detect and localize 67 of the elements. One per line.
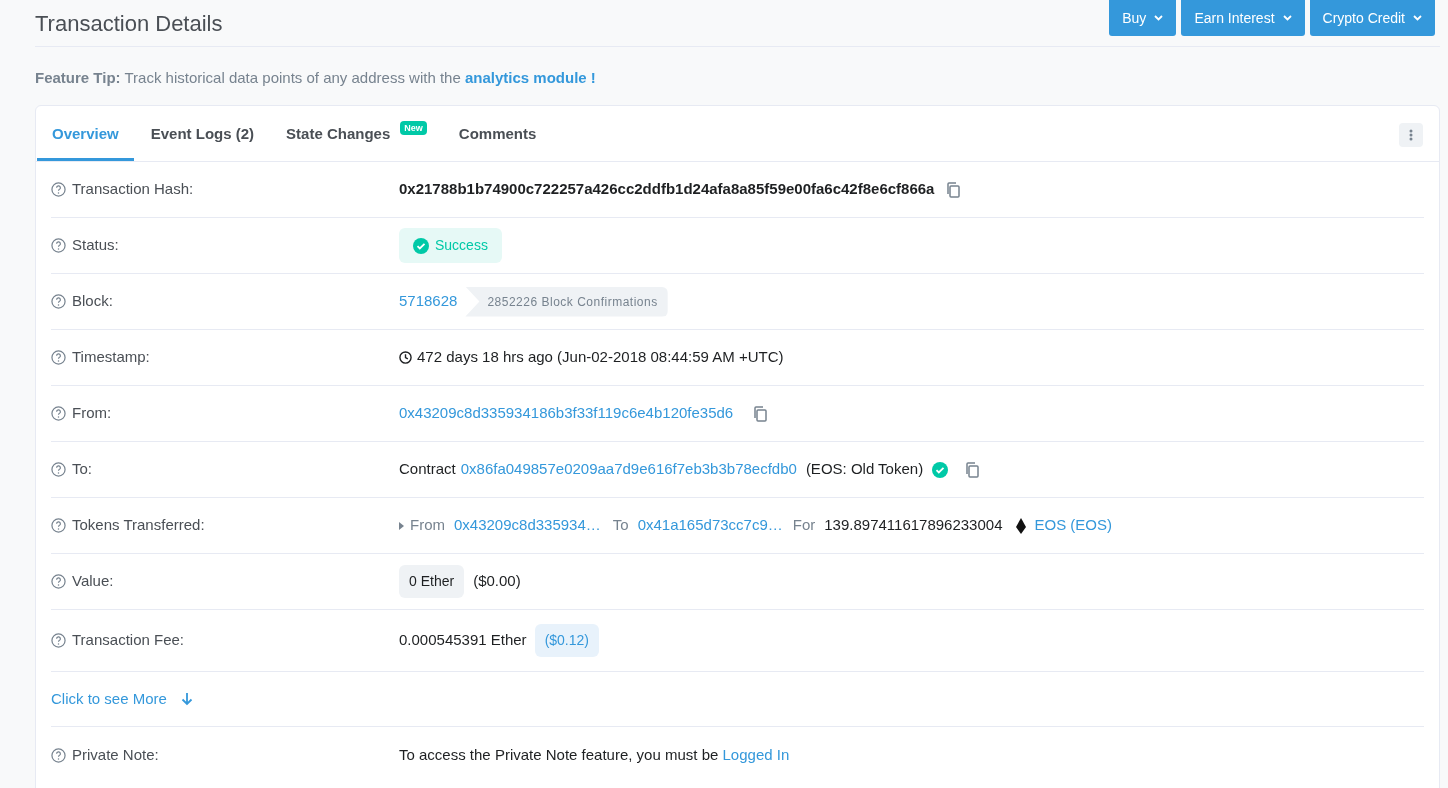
tab[interactable]: State Changes New bbox=[271, 106, 442, 161]
to-label: To bbox=[612, 515, 629, 536]
see-more-link[interactable]: Click to see More bbox=[51, 687, 167, 711]
help-icon bbox=[51, 406, 66, 421]
help-icon bbox=[51, 518, 66, 533]
analytics-link[interactable]: analytics module ! bbox=[464, 69, 596, 86]
arrow-down-icon bbox=[180, 692, 193, 706]
chevron-down-icon bbox=[1154, 15, 1164, 21]
kebab-menu-icon bbox=[1409, 129, 1413, 141]
contract-label: Contract bbox=[399, 459, 456, 480]
help-icon bbox=[51, 182, 66, 197]
dropdown-button[interactable]: Buy bbox=[1109, 0, 1177, 36]
help-icon bbox=[51, 462, 66, 477]
token-logo-icon bbox=[1014, 517, 1027, 534]
from-label: From bbox=[410, 515, 445, 536]
chevron-down-icon bbox=[1282, 15, 1292, 21]
dropdown-button[interactable]: Crypto Credit bbox=[1309, 0, 1435, 36]
field-label: Transaction Hash: bbox=[72, 179, 194, 200]
value-badge: 0 Ether bbox=[399, 565, 465, 598]
transaction-hash: 0x21788b1b74900c722257a426cc2ddfb1d24afa8a85f59e00fa6c42f8e6cf866a bbox=[399, 179, 935, 200]
copy-icon[interactable] bbox=[753, 405, 769, 422]
clock-icon bbox=[399, 351, 412, 364]
login-link[interactable]: Logged In bbox=[722, 745, 790, 763]
copy-icon[interactable] bbox=[946, 181, 962, 198]
field-label: To: bbox=[72, 459, 92, 480]
field-label: From: bbox=[72, 403, 112, 424]
field-label: Status: bbox=[72, 235, 119, 256]
page-title: Transaction Details bbox=[35, 9, 223, 38]
check-circle-icon bbox=[413, 237, 429, 254]
token-amount: 139.897411617896233004 bbox=[824, 515, 1003, 536]
help-icon bbox=[51, 633, 66, 648]
field-label: Value: bbox=[72, 571, 114, 592]
contract-link[interactable]: 0x86fa049857e0209aa7d9e616f7eb3b3b78ecfdb0 bbox=[460, 458, 797, 481]
confirmations-badge: 2852226 Block Confirmations bbox=[465, 286, 668, 317]
field-label: Transaction Fee: bbox=[72, 630, 184, 651]
help-icon bbox=[51, 350, 66, 365]
field-label: Timestamp: bbox=[72, 347, 150, 368]
tab[interactable]: Comments bbox=[443, 106, 552, 161]
help-icon bbox=[51, 747, 66, 763]
feature-tip: Feature Tip: Track historical data points of any address with the analytics module ! bbox=[35, 68, 597, 88]
token-link[interactable]: EOS (EOS) bbox=[1034, 514, 1112, 537]
caret-right-icon bbox=[399, 521, 404, 530]
chevron-down-icon bbox=[1413, 15, 1422, 21]
address-link[interactable]: 0x43209c8d335934186b3f33f119c6e4b120fe35d6 bbox=[399, 402, 734, 425]
timestamp-text: 472 days 18 hrs ago (Jun-02-2018 08:44:59 AM +UTC) bbox=[417, 347, 784, 368]
tab[interactable]: Event Logs (2) bbox=[135, 106, 270, 161]
help-icon bbox=[51, 574, 66, 589]
more-options-button[interactable] bbox=[1399, 123, 1423, 147]
field-label: Private Note: bbox=[72, 744, 159, 765]
help-icon bbox=[51, 238, 66, 253]
for-label: For bbox=[792, 515, 816, 536]
field-label: Tokens Transferred: bbox=[72, 515, 205, 536]
help-icon bbox=[51, 294, 66, 309]
contract-name: (EOS: Old Token) bbox=[805, 459, 924, 480]
private-note-text: To access the Private Note feature, you must be Logged In bbox=[399, 744, 790, 765]
block-link[interactable]: 5718628 bbox=[399, 290, 458, 313]
to-link[interactable]: 0x41a165d73cc7c9… bbox=[637, 514, 783, 537]
dropdown-button[interactable]: Earn Interest bbox=[1181, 0, 1305, 36]
usd-fee-badge: ($0.12) bbox=[534, 624, 599, 657]
field-label: Block: bbox=[72, 291, 113, 312]
copy-icon[interactable] bbox=[965, 461, 981, 478]
fee-value: 0.000545391 Ether bbox=[399, 630, 527, 651]
usd-value: ($0.00) bbox=[473, 571, 521, 592]
from-link[interactable]: 0x43209c8d335934… bbox=[454, 514, 601, 537]
tab[interactable]: Overview bbox=[37, 106, 134, 161]
status-text: Success bbox=[435, 236, 488, 255]
new-badge: New bbox=[400, 121, 427, 135]
